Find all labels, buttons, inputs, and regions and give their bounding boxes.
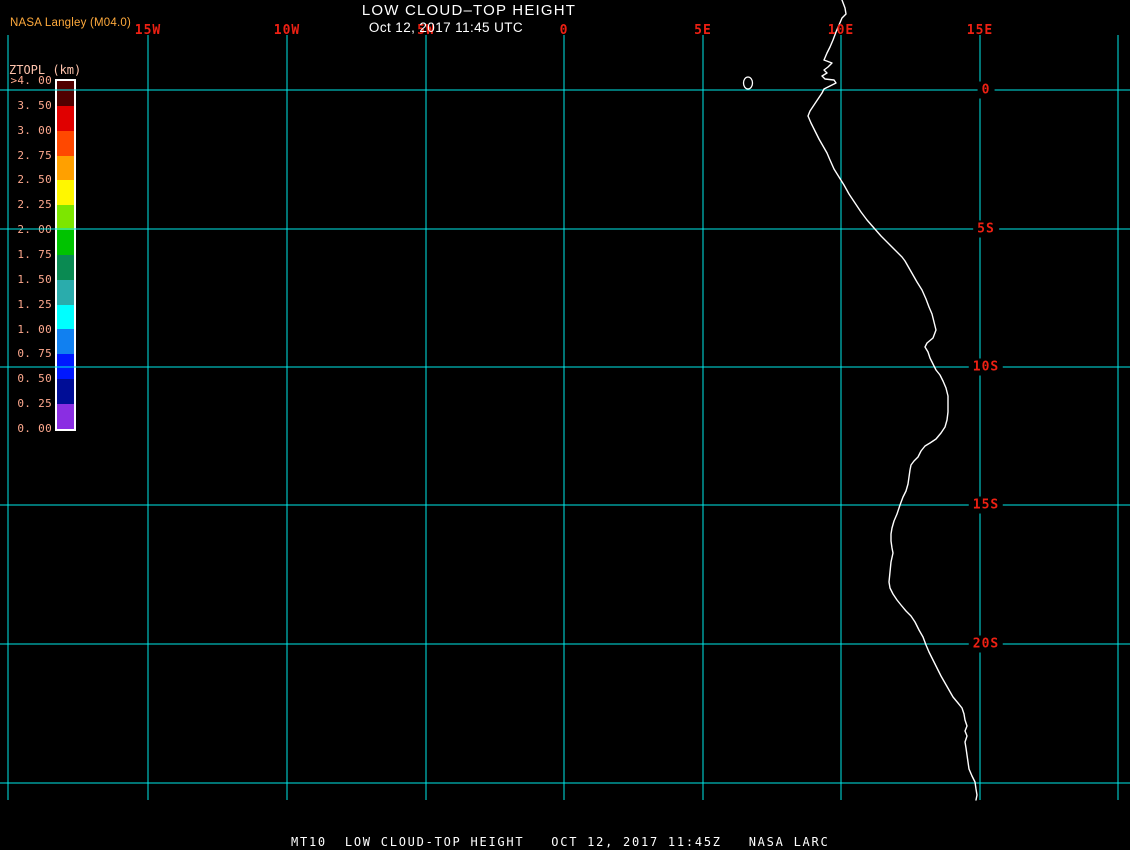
colorbar-block-10	[57, 329, 74, 355]
colorbar	[55, 79, 76, 431]
page-title: LOW CLOUD–TOP HEIGHT	[361, 2, 577, 19]
longitude-label-10E: 10E	[827, 23, 855, 38]
colorbar-tick-label: 2. 50	[17, 173, 52, 187]
colorbar-block-13	[57, 403, 74, 429]
colorbar-block-12	[57, 379, 74, 404]
map-canvas	[0, 0, 1130, 801]
colorbar-block-1	[57, 105, 74, 131]
colorbar-block-3	[57, 155, 74, 181]
latitude-label-20S: 20S	[968, 635, 1004, 653]
colorbar-tick-label: 0. 75	[17, 347, 52, 361]
colorbar-block-6	[57, 230, 74, 255]
credit-label: NASA Langley (M04.0)	[10, 17, 131, 29]
colorbar-tick-label: 2. 75	[17, 148, 52, 162]
latitude-label-10S: 10S	[968, 358, 1004, 376]
colorbar-tick-label: 1. 75	[17, 247, 52, 261]
colorbar-tick-label: 3. 50	[17, 98, 52, 112]
longitude-label-15E: 15E	[966, 23, 994, 38]
colorbar-tick-label: 2. 00	[17, 223, 52, 237]
colorbar-tick-label: 0. 50	[17, 372, 52, 386]
colorbar-tick-label: 1. 50	[17, 272, 52, 286]
colorbar-tick-label: 1. 25	[17, 297, 52, 311]
colorbar-tick-label: >4. 00	[10, 74, 52, 87]
island-outline	[742, 76, 754, 90]
footer-caption: MT10 LOW CLOUD-TOP HEIGHT OCT 12, 2017 1…	[291, 835, 830, 849]
colorbar-tick-label: 0. 25	[17, 397, 52, 411]
graticule	[0, 35, 1130, 800]
colorbar-block-4	[57, 180, 74, 206]
colorbar-block-5	[57, 205, 74, 231]
colorbar-tick-label: 2. 25	[17, 198, 52, 212]
colorbar-tick-label: 3. 00	[17, 123, 52, 137]
colorbar-tick-label: 1. 00	[17, 322, 52, 336]
colorbar-block-2	[57, 130, 74, 156]
timestamp-subtitle: Oct 12, 2017 11:45 UTC	[368, 20, 524, 35]
longitude-label-10W: 10W	[273, 23, 301, 38]
latitude-label-0: 0	[977, 81, 995, 99]
colorbar-block-0	[57, 81, 74, 106]
longitude-label-15W: 15W	[134, 23, 162, 38]
colorbar-block-7	[57, 254, 74, 280]
colorbar-block-8	[57, 279, 74, 305]
latitude-label-15S: 15S	[968, 496, 1004, 514]
colorbar-tick-label: 0. 00	[17, 421, 52, 435]
cloud-product-image: NASA Langley (M04.0) LOW CLOUD–TOP HEIGH…	[0, 0, 1130, 850]
colorbar-block-9	[57, 304, 74, 330]
longitude-label-5E: 5E	[694, 23, 712, 38]
latitude-label-5S: 5S	[973, 220, 999, 238]
colorbar-block-11	[57, 354, 74, 380]
coastline-group	[742, 0, 978, 801]
longitude-label-0: 0	[559, 23, 569, 38]
coastline	[807, 0, 978, 801]
